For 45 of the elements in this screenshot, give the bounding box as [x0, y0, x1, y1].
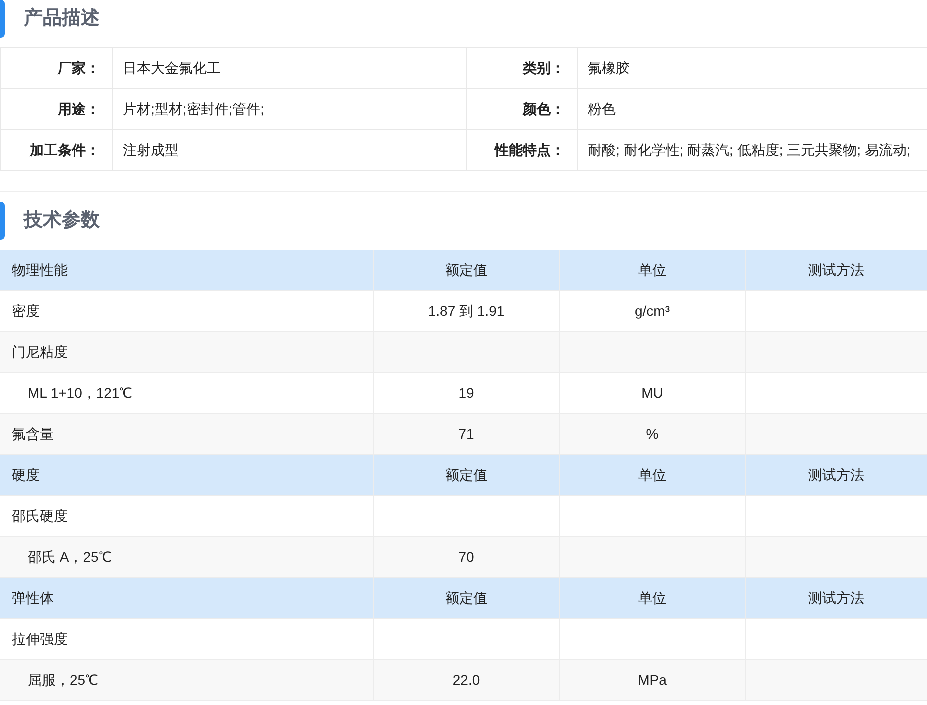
- section-title: 技术参数: [24, 208, 100, 233]
- field-value: 粉色: [587, 100, 617, 118]
- field-label: 用途：: [1, 89, 113, 129]
- table-cell: 氟含量: [0, 414, 374, 454]
- table-cell: 邵氏硬度: [0, 496, 374, 536]
- field-value: 氟橡胶: [587, 58, 631, 78]
- field-label: 厂家：: [1, 48, 113, 88]
- table-cell: MU: [560, 373, 746, 413]
- column-header: 物理性能: [0, 250, 374, 290]
- table-cell: 邵氏 A，25℃: [0, 537, 374, 577]
- column-header: 硬度: [0, 455, 374, 495]
- column-header: 额定值: [374, 578, 560, 618]
- table-cell: 22.0: [374, 660, 560, 700]
- column-header: 弹性体: [0, 578, 374, 618]
- table-cell: 71: [374, 414, 560, 454]
- table-cell: ML 1+10，121℃: [0, 373, 374, 413]
- field-value: 注射成型: [113, 130, 467, 170]
- column-header: 单位: [560, 578, 746, 618]
- title-accent-bar: [0, 0, 5, 38]
- section-title: 产品描述: [24, 6, 100, 31]
- field-label: 颜色：: [467, 89, 578, 129]
- column-header: 额定值: [374, 250, 560, 290]
- column-header: 单位: [560, 250, 746, 290]
- table-cell: 门尼粘度: [0, 332, 374, 372]
- field-value: 片材;型材;密封件;管件;: [113, 89, 467, 129]
- field-value: 日本大金氟化工: [113, 48, 467, 88]
- table-cell: 1.87 到 1.91: [374, 291, 560, 331]
- column-header: 测试方法: [808, 466, 866, 484]
- field-label: 类别：: [467, 48, 578, 88]
- table-cell: 70: [374, 537, 560, 577]
- title-accent-bar: [0, 202, 5, 240]
- column-header: 测试方法: [808, 588, 866, 608]
- column-header: 额定值: [374, 455, 560, 495]
- table-cell: g/cm³: [560, 291, 746, 331]
- table-cell: MPa: [560, 660, 746, 700]
- field-value: 耐酸; 耐化学性; 耐蒸汽; 低粘度; 三元共聚物; 易流动;: [587, 140, 912, 160]
- table-cell: 拉伸强度: [0, 619, 374, 659]
- table-cell: 密度: [0, 291, 374, 331]
- field-label: 性能特点：: [467, 130, 578, 170]
- column-header: 单位: [560, 455, 746, 495]
- field-label: 加工条件：: [1, 130, 113, 170]
- table-cell: %: [560, 414, 746, 454]
- column-header: 测试方法: [808, 260, 866, 280]
- table-cell: 19: [374, 373, 560, 413]
- table-cell: 屈服，25℃: [0, 660, 374, 700]
